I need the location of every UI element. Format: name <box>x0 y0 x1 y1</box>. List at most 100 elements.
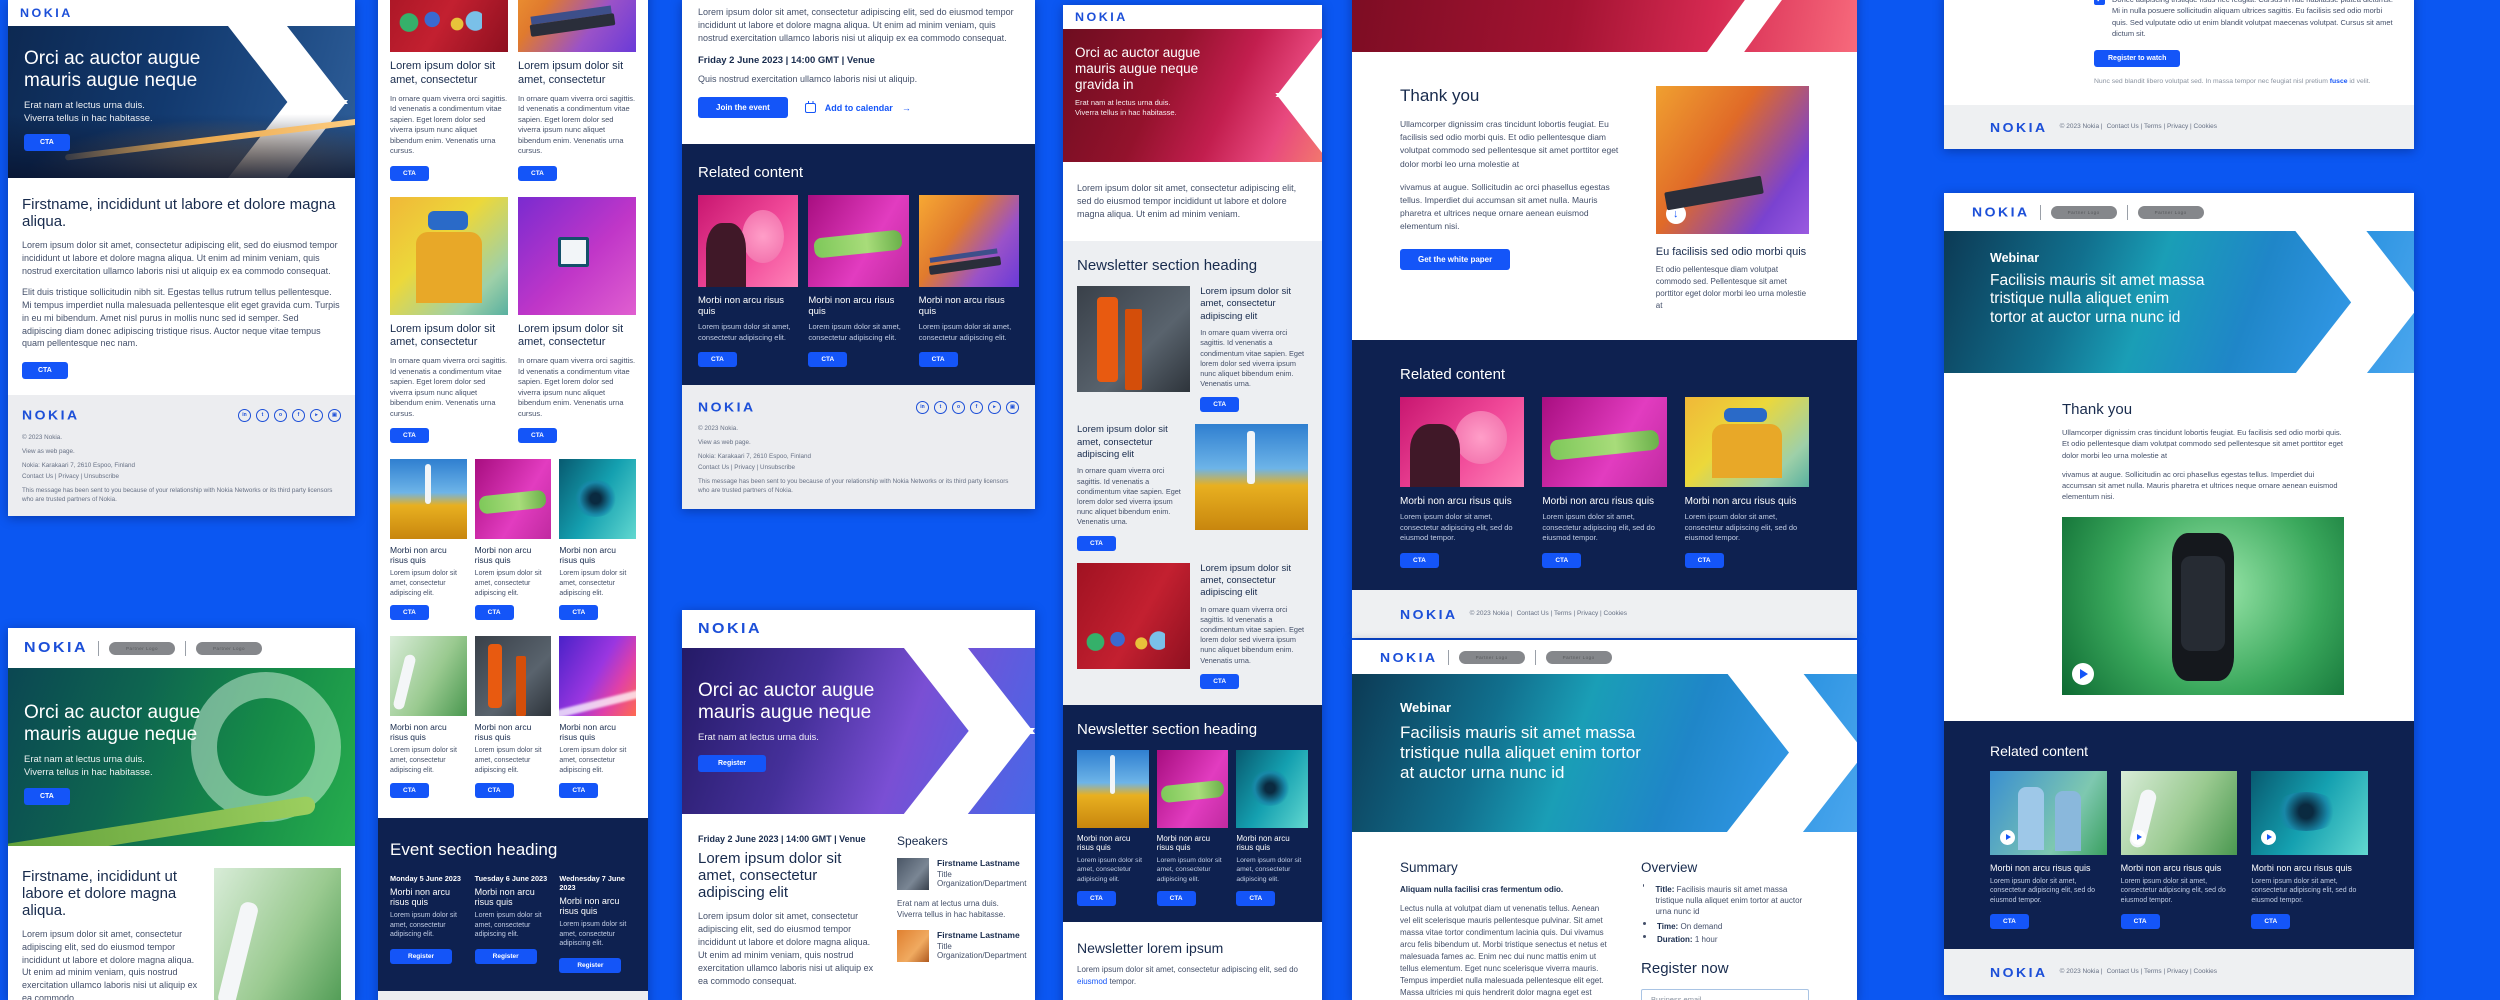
hero-title: Orci ac auctor augue mauris augue neque <box>698 680 875 724</box>
community-icon[interactable]: ▣ <box>328 408 341 422</box>
card-cta-button[interactable]: CTA <box>390 165 429 181</box>
card-cta-button[interactable]: CTA <box>1990 913 2029 929</box>
social-icons: in t o f ▸ ▣ <box>916 400 1019 414</box>
join-event-button[interactable]: Join the event <box>698 97 788 119</box>
card-cta-button[interactable]: CTA <box>390 428 429 443</box>
nokia-logo: NOKIA <box>24 639 89 656</box>
play-icon[interactable] <box>2000 829 2015 845</box>
video-thumb-ar-eye[interactable] <box>2251 770 2369 855</box>
video-thumb-medics[interactable] <box>1990 770 2107 855</box>
chevron-shape <box>1275 29 1322 162</box>
nokia-logo: NOKIA <box>1380 649 1438 665</box>
card-cta-button[interactable]: CTA <box>559 782 599 798</box>
card-cta-button[interactable]: CTA <box>1684 552 1724 568</box>
footer-links[interactable]: Contact Us | Privacy | Unsubscribe <box>698 463 1019 472</box>
play-icon[interactable] <box>2130 829 2146 845</box>
card-title: Morbi non arcu risus quis <box>474 545 532 565</box>
play-icon[interactable] <box>2072 662 2094 685</box>
feature-cta-button[interactable]: CTA <box>1077 535 1116 551</box>
card-title: Morbi non arcu risus quis <box>390 545 447 565</box>
card-cta-button[interactable]: CTA <box>808 352 848 368</box>
thank-you-column: Thank you Ullamcorper dignissim cras tin… <box>1400 86 1622 312</box>
card-cta-button[interactable]: CTA <box>474 782 514 798</box>
card-cta-button[interactable]: CTA <box>474 605 514 621</box>
download-icon[interactable]: ↓ <box>1665 204 1686 224</box>
fusce-link[interactable]: fusce <box>2330 78 2348 85</box>
event-title: Morbi non arcu risus quis <box>390 886 451 907</box>
card-cta-button[interactable]: CTA <box>918 352 958 368</box>
action-row: Join the event Add to calendar <box>698 97 1019 119</box>
footer-links[interactable]: Contact Us | Terms | Privacy | Cookies <box>1517 609 1627 618</box>
register-button[interactable]: Register <box>698 754 767 772</box>
card-cta-button[interactable]: CTA <box>1156 891 1196 907</box>
video-thumbnail-car[interactable] <box>2062 516 2344 695</box>
twitter-icon[interactable]: t <box>934 400 947 414</box>
body-cta-button[interactable]: CTA <box>22 362 68 380</box>
card-cta-button[interactable]: CTA <box>390 605 429 621</box>
footer-links[interactable]: Contact Us | Terms | Privacy | Cookies <box>2107 122 2217 131</box>
photo-ar-eye <box>1236 749 1309 828</box>
card-cta-button[interactable]: CTA <box>2251 913 2291 929</box>
play-icon[interactable] <box>2261 829 2277 845</box>
nokia-logo: NOKIA <box>22 407 80 423</box>
event-heading: Lorem ipsum dolor sit amet, consectetur … <box>698 850 842 901</box>
card-cta-button[interactable]: CTA <box>518 165 557 181</box>
register-button[interactable]: Register <box>474 949 537 965</box>
speakers-column: Speakers Firstname Lastname Title Organi… <box>897 834 1026 988</box>
eiusmod-link[interactable]: eiusmod <box>1077 977 1107 986</box>
card-cta-button[interactable]: CTA <box>1542 552 1582 568</box>
card-body: In ornare quam viverra orci sagittis. Id… <box>390 93 508 156</box>
divider <box>98 640 100 656</box>
feature-cta-button[interactable]: CTA <box>1200 673 1240 689</box>
partner-logo: Partner Logo <box>2137 205 2204 219</box>
card-cta-button[interactable]: CTA <box>698 352 737 368</box>
card-cta-button[interactable]: CTA <box>559 605 599 621</box>
facebook-icon[interactable]: f <box>292 408 305 422</box>
instagram-icon[interactable]: o <box>952 400 965 414</box>
event-details-column: Friday 2 June 2023 | 14:00 GMT | Venue L… <box>698 834 875 988</box>
event-body: Lorem ipsum dolor sit amet, consectetur … <box>390 911 457 939</box>
get-whitepaper-button[interactable]: Get the white paper <box>1400 249 1511 271</box>
register-button[interactable]: Register <box>559 958 622 974</box>
twitter-icon[interactable]: t <box>256 408 269 422</box>
register-button[interactable]: Register <box>390 949 453 965</box>
business-email-input[interactable] <box>1641 988 1809 1000</box>
youtube-icon[interactable]: ▸ <box>310 408 323 422</box>
speaker-org: Organization/Department <box>937 951 1027 961</box>
card-cta-button[interactable]: CTA <box>1077 891 1116 907</box>
video-thumb-robot-lettuce[interactable] <box>2120 770 2238 855</box>
linkedin-icon[interactable]: in <box>238 408 251 422</box>
card-cta-button[interactable]: CTA <box>2120 913 2160 929</box>
checkbox-checked-icon[interactable] <box>2094 0 2105 5</box>
instagram-icon[interactable]: o <box>274 408 287 422</box>
card-cta-button[interactable]: CTA <box>390 782 429 798</box>
add-to-calendar-link[interactable]: Add to calendar <box>825 103 893 113</box>
card-title: Morbi non arcu risus quis <box>1077 833 1131 852</box>
card-cta-button[interactable]: CTA <box>1236 891 1276 907</box>
card-cta-button[interactable]: CTA <box>1400 552 1439 568</box>
column-1: NOKIA Orci ac auctor augue mauris augue … <box>8 0 355 1000</box>
speaker-name: Firstname Lastname <box>937 858 1020 868</box>
column-4: NOKIA Orci ac auctor augue mauris augue … <box>1063 0 1322 1000</box>
community-icon[interactable]: ▣ <box>1006 400 1019 414</box>
email-footer-slim: NOKIA © 2023 Nokia | Contact Us | Terms … <box>1944 105 2414 150</box>
hero-cta-button[interactable]: CTA <box>24 134 70 152</box>
register-to-watch-button[interactable]: Register to watch <box>2094 50 2181 67</box>
hero-subtitle-1: Erat nam at lectus urna duis. <box>24 753 145 765</box>
card-title: Lorem ipsum dolor sit amet, consectetur <box>518 322 624 349</box>
feature-cta-button[interactable]: CTA <box>1200 397 1240 413</box>
body-section: Firstname, incididunt ut labore et dolor… <box>8 846 355 1000</box>
linkedin-icon[interactable]: in <box>916 400 929 414</box>
view-web-page-link[interactable]: View as web page. <box>22 447 341 456</box>
card-cta-button[interactable]: CTA <box>518 428 557 443</box>
facebook-icon[interactable]: f <box>970 400 983 414</box>
event-section-heading: Event section heading <box>390 839 558 859</box>
view-web-page-link[interactable]: View as web page. <box>698 438 1019 447</box>
footer-links[interactable]: Contact Us | Privacy | Unsubscribe <box>22 472 341 481</box>
youtube-icon[interactable]: ▸ <box>988 400 1001 414</box>
summary-paragraph-1: Lectus nulla at volutpat diam ut venenat… <box>1400 904 1607 997</box>
photo-wind-turbine <box>1077 749 1149 828</box>
hero-cta-button[interactable]: CTA <box>24 788 70 806</box>
newsletter-bottom-heading: Newsletter lorem ipsum <box>1077 940 1224 957</box>
footer-links[interactable]: Contact Us | Terms | Privacy | Cookies <box>2107 967 2217 976</box>
